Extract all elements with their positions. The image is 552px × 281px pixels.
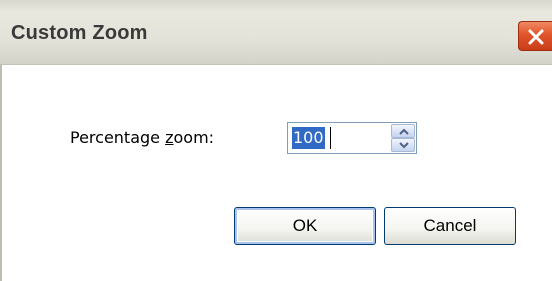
chevron-up-icon: [399, 128, 409, 135]
spin-up-button[interactable]: [391, 124, 415, 138]
dialog-body: [2, 65, 552, 281]
close-button[interactable]: [518, 21, 552, 51]
custom-zoom-dialog: Custom Zoom Percentage zoom: 100 OK Canc…: [0, 0, 552, 281]
close-icon: [528, 29, 544, 45]
cancel-button[interactable]: Cancel: [384, 207, 516, 245]
ok-button[interactable]: OK: [234, 207, 376, 245]
percentage-zoom-label: Percentage zoom:: [70, 128, 215, 147]
spin-buttons: [391, 124, 415, 152]
window-title: Custom Zoom: [11, 22, 148, 44]
spin-down-button[interactable]: [391, 138, 415, 152]
percentage-zoom-input[interactable]: 100: [292, 127, 325, 149]
percentage-zoom-spinbox[interactable]: 100: [287, 122, 417, 154]
text-caret: [330, 127, 331, 149]
chevron-down-icon: [399, 142, 409, 149]
title-bar[interactable]: Custom Zoom: [0, 0, 552, 65]
